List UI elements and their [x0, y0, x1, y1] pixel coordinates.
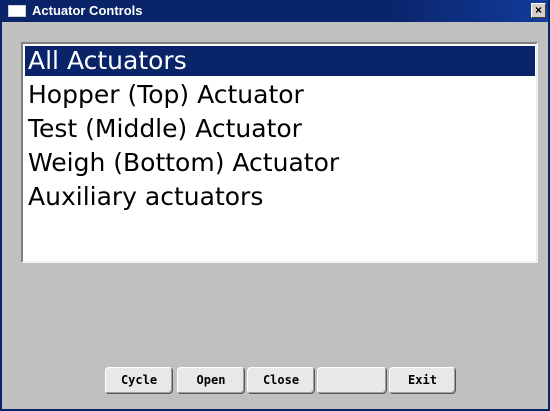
close-icon[interactable]: ×	[531, 3, 546, 18]
button-bar: Cycle Open Close Exit	[105, 367, 456, 395]
list-item-weigh-actuator[interactable]: Weigh (Bottom) Actuator	[25, 148, 535, 178]
window-icon	[8, 5, 26, 17]
blank-button[interactable]	[317, 367, 387, 394]
open-button[interactable]: Open	[177, 367, 245, 394]
list-item-auxiliary-actuators[interactable]: Auxiliary actuators	[25, 182, 535, 212]
list-item-all-actuators[interactable]: All Actuators	[25, 46, 535, 76]
actuator-controls-window: Actuator Controls × All Actuators Hopper…	[0, 0, 550, 411]
exit-button[interactable]: Exit	[389, 367, 456, 394]
title-bar[interactable]: Actuator Controls ×	[2, 0, 548, 22]
cycle-button[interactable]: Cycle	[105, 367, 173, 394]
close-button[interactable]: Close	[247, 367, 315, 394]
list-item-test-actuator[interactable]: Test (Middle) Actuator	[25, 114, 535, 144]
window-title: Actuator Controls	[32, 3, 143, 18]
list-item-hopper-actuator[interactable]: Hopper (Top) Actuator	[25, 80, 535, 110]
actuator-listbox[interactable]: All Actuators Hopper (Top) Actuator Test…	[21, 42, 538, 263]
